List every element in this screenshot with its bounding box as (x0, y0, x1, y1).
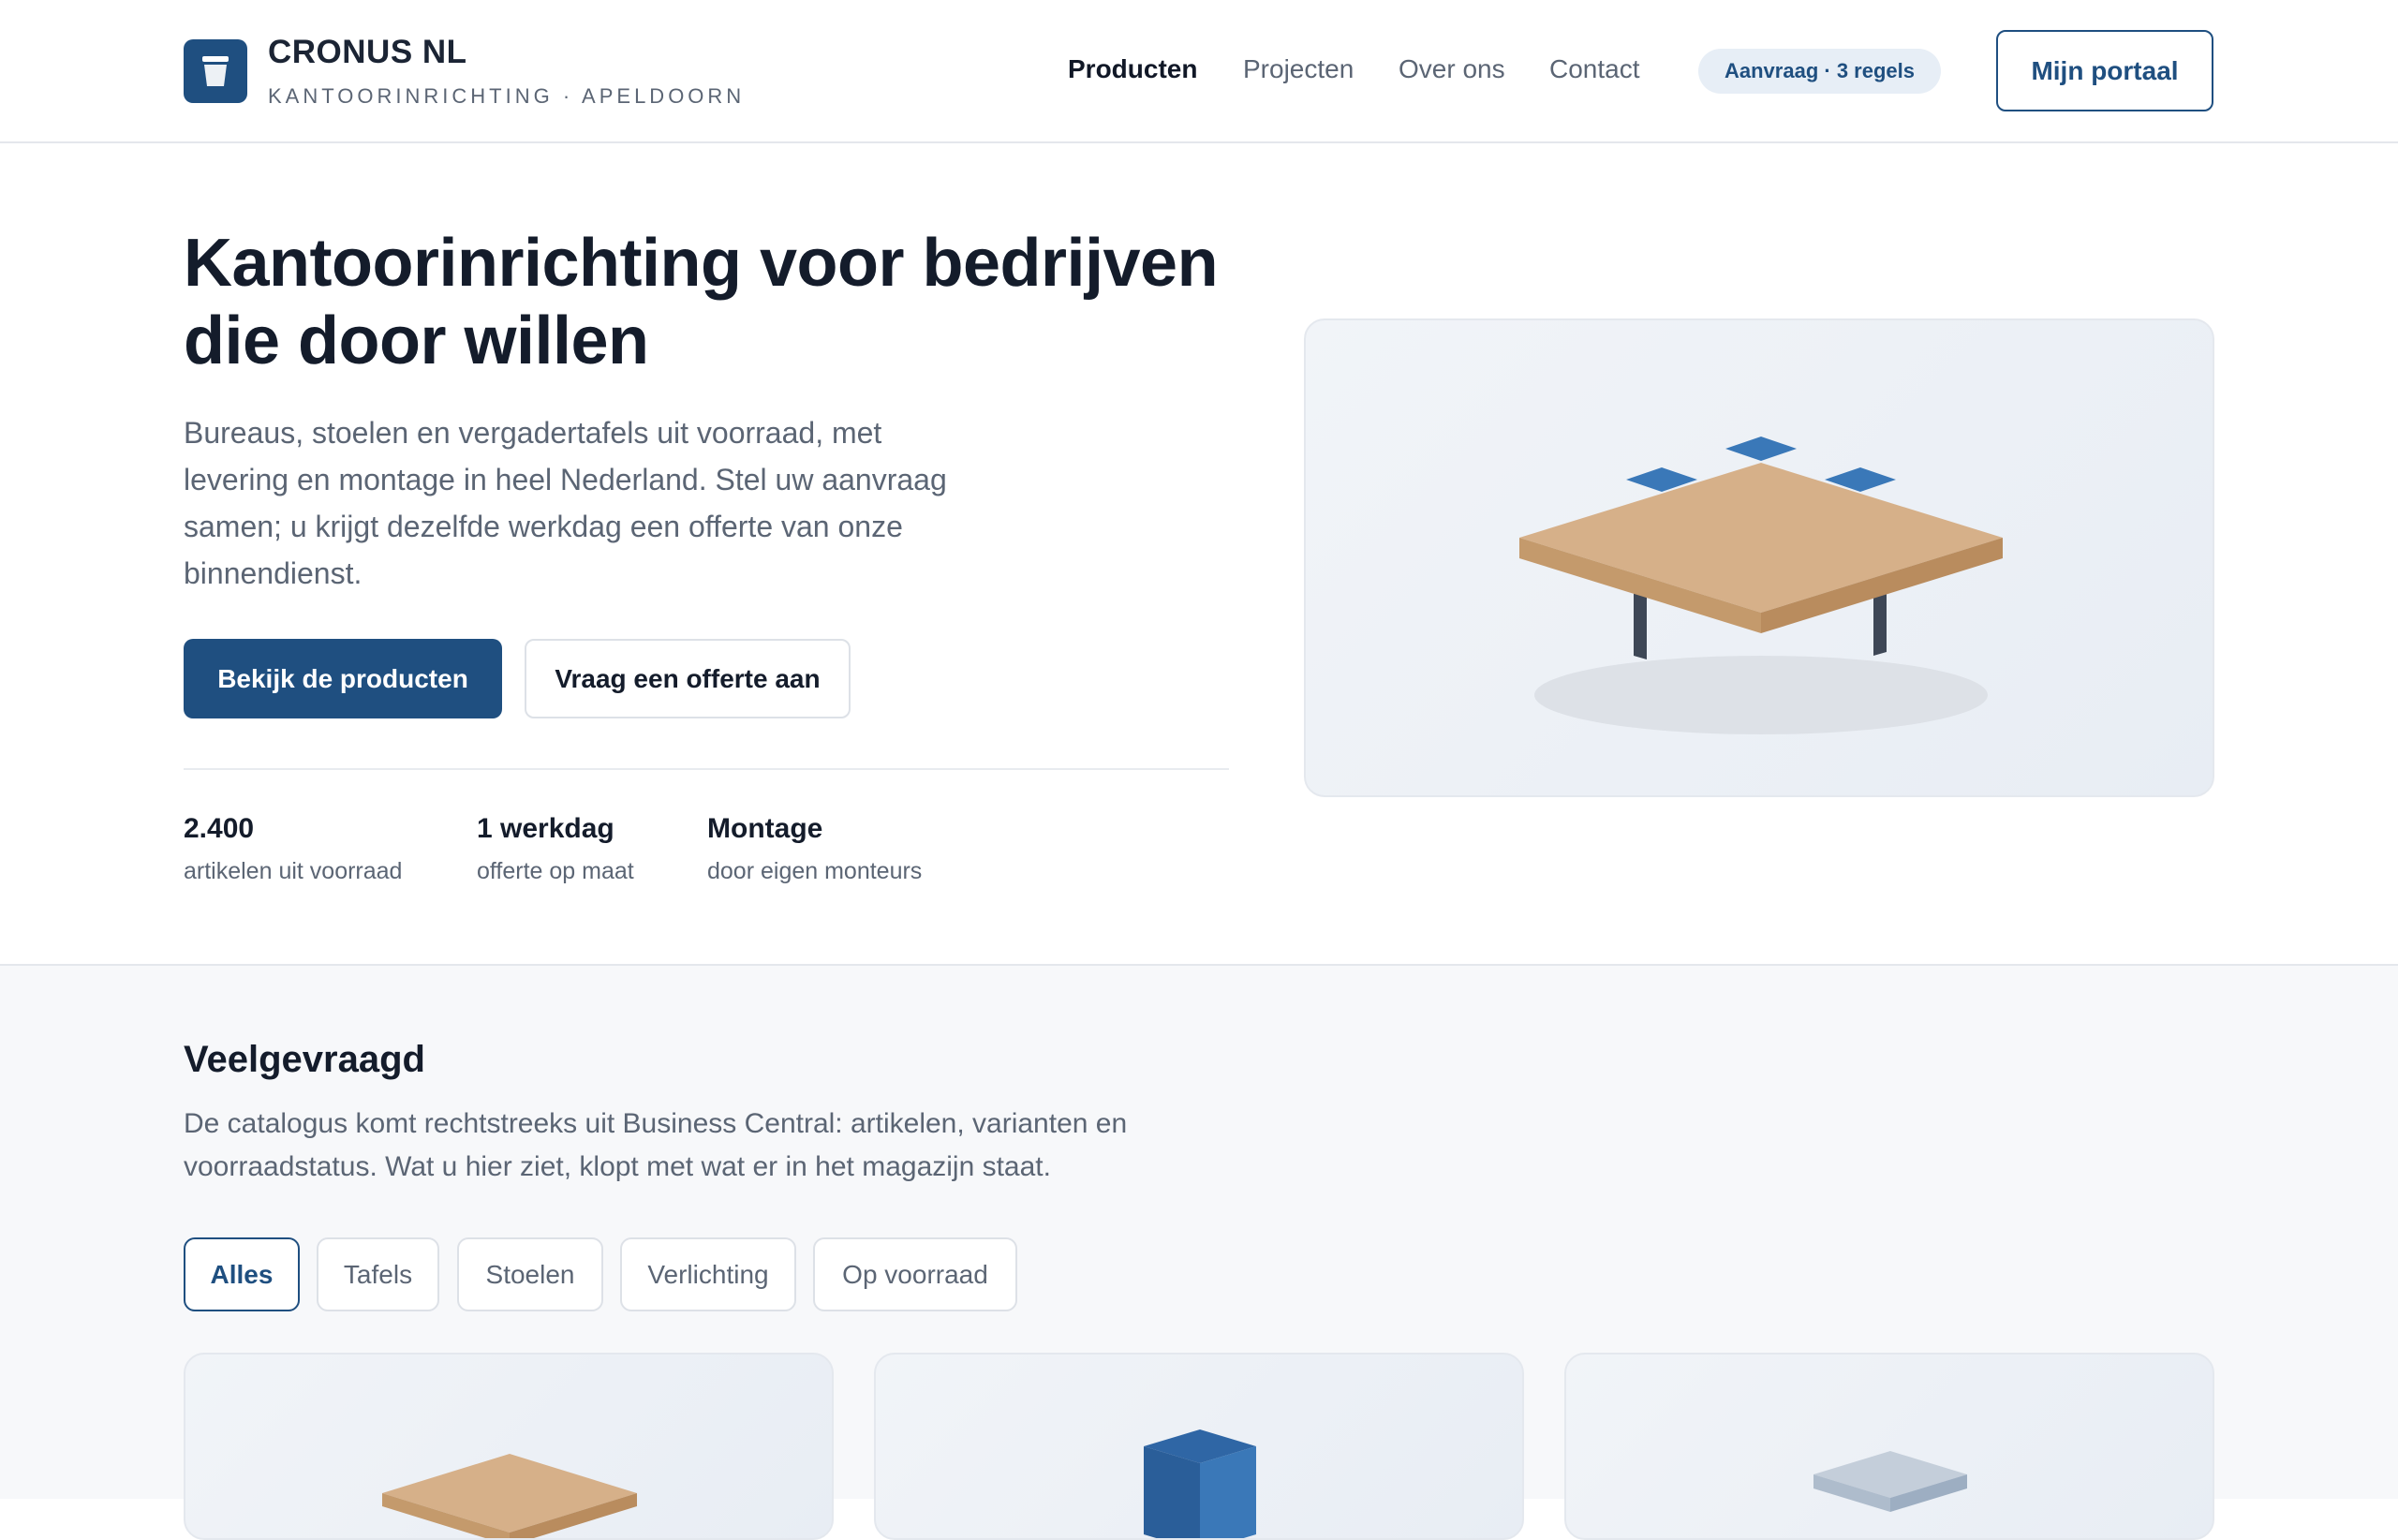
brand-tagline: KANTOORINRICHTING · APELDOORN (268, 84, 746, 108)
hero-illustration (1304, 318, 2214, 797)
stat-label: door eigen monteurs (707, 858, 923, 884)
logo-icon[interactable] (184, 39, 247, 103)
stat-label: artikelen uit voorraad (184, 858, 403, 884)
catalog-section: Veelgevraagd De catalogus komt rechtstre… (0, 964, 2398, 1540)
filter-chip-stoelen[interactable]: Stoelen (457, 1237, 603, 1311)
view-products-button[interactable]: Bekijk de producten (184, 639, 502, 718)
filter-chip-tafels[interactable]: Tafels (317, 1237, 439, 1311)
stat-assembly: Montage door eigen monteurs (707, 813, 922, 885)
product-card[interactable] (184, 1353, 834, 1540)
nav-item-projecten[interactable]: Projecten (1243, 54, 1354, 84)
site-header: CRONUS NL KANTOORINRICHTING · APELDOORN … (0, 0, 2398, 143)
nav-item-producten[interactable]: Producten (1068, 54, 1197, 84)
product-card[interactable] (874, 1353, 1524, 1540)
table-product-icon (382, 1454, 637, 1538)
nav-item-contact[interactable]: Contact (1549, 54, 1640, 84)
isometric-table-icon (1519, 437, 2003, 734)
section-title: Veelgevraagd (184, 1039, 425, 1080)
stat-value: Montage (707, 813, 823, 844)
request-quote-button[interactable]: Vraag een offerte aan (525, 639, 851, 718)
stat-value: 1 werkdag (477, 813, 614, 844)
stat-quote-time: 1 werkdag offerte op maat (477, 813, 634, 885)
stat-label: offerte op maat (477, 858, 634, 884)
stat-stock: 2.400 artikelen uit voorraad (184, 813, 402, 885)
product-card[interactable] (1564, 1353, 2214, 1540)
hero-subtitle: Bureaus, stoelen en vergadertafels uit v… (184, 416, 947, 590)
brand-name[interactable]: CRONUS NL (268, 34, 467, 71)
filter-chip-verlichting[interactable]: Verlichting (620, 1237, 796, 1311)
filter-chip-alles[interactable]: Alles (184, 1237, 300, 1311)
nav-item-over-ons[interactable]: Over ons (1399, 54, 1505, 84)
request-badge[interactable]: Aanvraag · 3 regels (1698, 49, 1941, 94)
cabinet-product-icon (1144, 1429, 1256, 1538)
hero-divider (184, 768, 1229, 770)
stat-value: 2.400 (184, 813, 255, 844)
filter-chip-op-voorraad[interactable]: Op voorraad (813, 1237, 1017, 1311)
lamp-product-icon (1813, 1451, 1967, 1512)
portal-button[interactable]: Mijn portaal (1996, 30, 2213, 111)
section-subtitle: De catalogus komt rechtstreeks uit Busin… (184, 1108, 1128, 1182)
hero-title: Kantoorinrichting voor bedrijven die doo… (184, 226, 1219, 378)
